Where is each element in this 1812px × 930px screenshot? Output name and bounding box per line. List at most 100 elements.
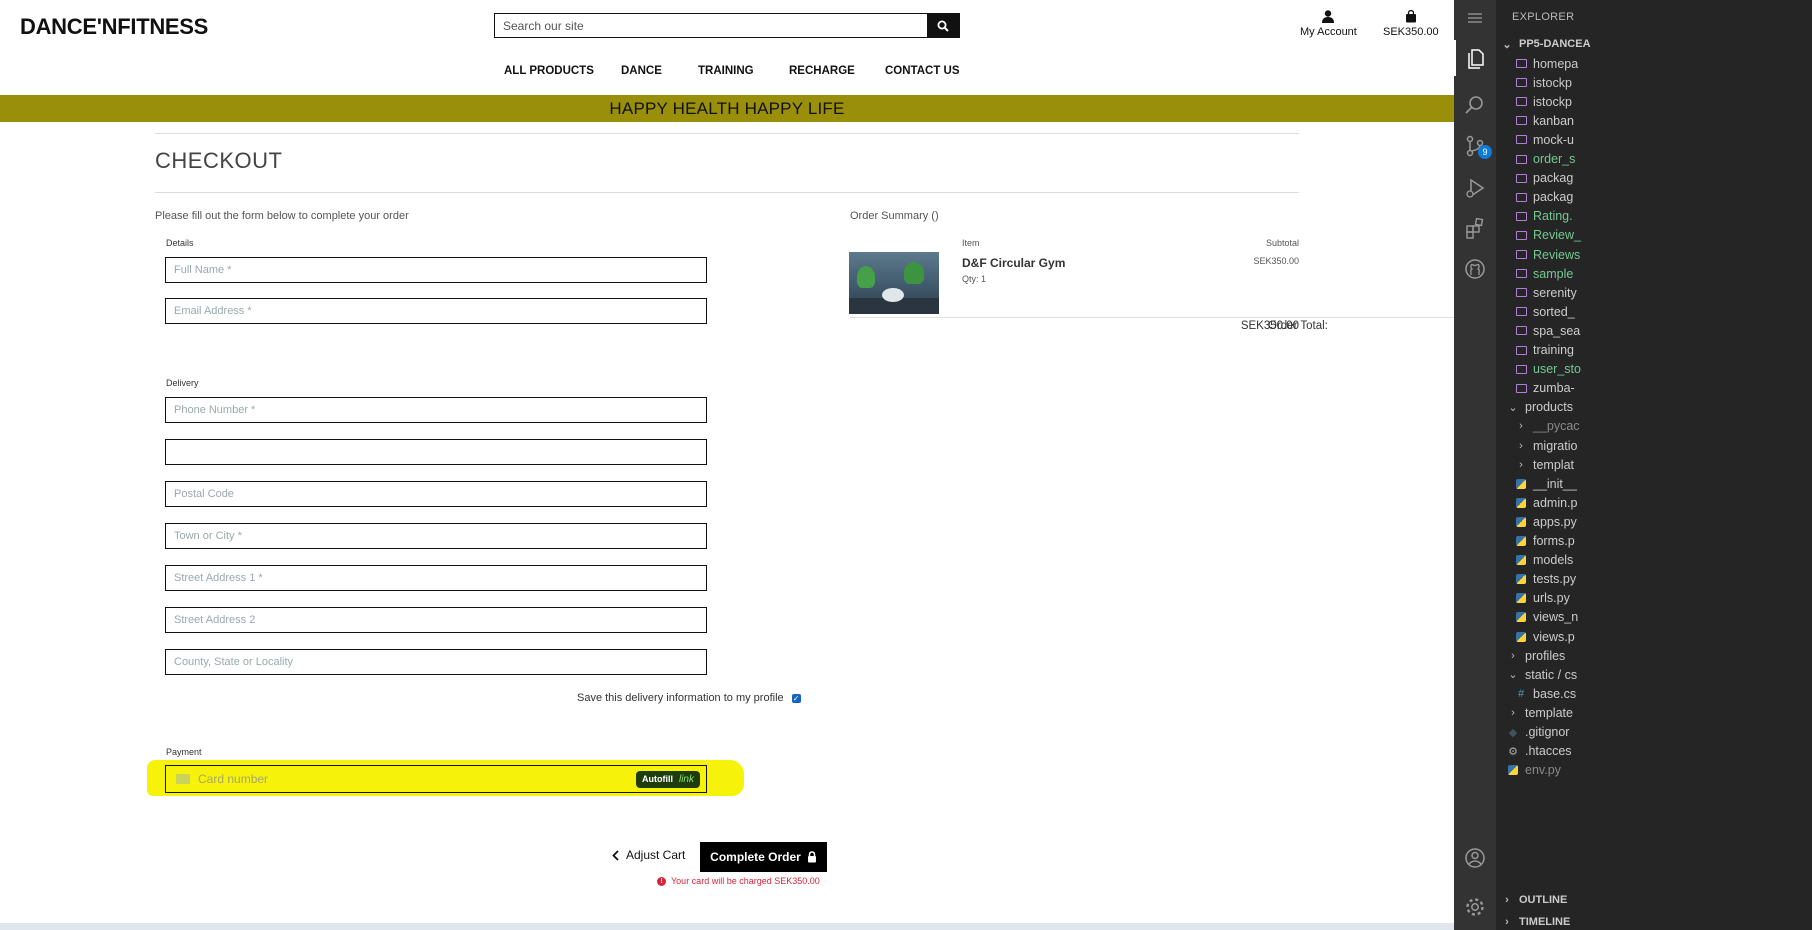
search-input[interactable]	[495, 14, 927, 37]
save-info-checkbox[interactable]: ✓	[791, 693, 801, 703]
explorer-file-label: .gitignor	[1525, 725, 1570, 739]
files-icon	[1468, 49, 1484, 69]
search-button[interactable]	[927, 14, 959, 37]
explorer-file-label: mock-u	[1533, 132, 1574, 147]
phone-input[interactable]	[166, 398, 706, 422]
menu-icon	[1468, 13, 1482, 23]
save-info-label: Save this delivery information to my pro…	[577, 692, 784, 704]
explorer-file-row[interactable]: training	[1496, 341, 1812, 360]
python-file-icon	[1514, 631, 1528, 642]
explorer-file-row[interactable]: # base.cs	[1496, 684, 1812, 703]
postal-code-input[interactable]	[166, 482, 706, 506]
nav-recharge[interactable]: RECHARGE	[789, 65, 855, 77]
nav-training[interactable]: TRAINING	[698, 65, 754, 77]
nav-contact-us[interactable]: CONTACT US	[885, 65, 960, 77]
explorer-file-row[interactable]: mock-u	[1496, 130, 1812, 149]
explorer-file-row[interactable]: kanban	[1496, 111, 1812, 130]
explorer-file-row[interactable]: views.p	[1496, 627, 1812, 646]
explorer-file-row[interactable]: ⚙ .htacces	[1496, 742, 1812, 761]
timeline-section[interactable]: › TIMELINE	[1496, 911, 1812, 930]
timeline-label: TIMELINE	[1519, 916, 1571, 928]
image-file-icon	[1514, 78, 1528, 88]
card-icon	[176, 774, 190, 784]
card-number-input[interactable]: Card number	[198, 772, 636, 786]
project-root-header[interactable]: ⌄ PP5-DANCEA	[1496, 33, 1812, 55]
cart-link[interactable]: SEK350.00	[1383, 10, 1439, 38]
python-file-icon	[1514, 536, 1528, 546]
explorer-file-row[interactable]: homepa	[1496, 54, 1812, 73]
outline-label: OUTLINE	[1519, 894, 1568, 906]
form-intro: Please fill out the form below to comple…	[155, 210, 409, 222]
manage-button[interactable]	[1454, 889, 1496, 925]
nav-all-products[interactable]: ALL PRODUCTS	[504, 65, 594, 77]
run-debug-button[interactable]	[1454, 170, 1496, 206]
explorer-file-row[interactable]: packag	[1496, 188, 1812, 207]
site-logo[interactable]: DANCE'NFITNESS	[20, 14, 208, 40]
explorer-file-row[interactable]: views_n	[1496, 608, 1812, 627]
accounts-button[interactable]	[1454, 840, 1496, 876]
explorer-file-row[interactable]: ◆ .gitignor	[1496, 723, 1812, 742]
extensions-button[interactable]	[1454, 210, 1496, 246]
image-file-icon	[1514, 269, 1528, 279]
outline-section[interactable]: › OUTLINE	[1496, 889, 1812, 911]
charge-notice-text: Your card will be charged	[671, 876, 775, 886]
save-info-row: Save this delivery information to my pro…	[577, 692, 801, 704]
country-select[interactable]	[166, 440, 706, 464]
nav-dance[interactable]: DANCE	[621, 65, 662, 77]
street-address-1-input[interactable]	[166, 566, 706, 590]
explorer-file-row[interactable]: ⌄ static / cs	[1496, 665, 1812, 684]
explorer-file-label: user_sto	[1533, 362, 1581, 377]
explorer-file-row[interactable]: › migratio	[1496, 436, 1812, 455]
menu-button[interactable]	[1454, 0, 1496, 36]
explorer-file-label: .htacces	[1525, 744, 1572, 759]
explorer-file-row[interactable]: apps.py	[1496, 512, 1812, 531]
explorer-file-row[interactable]: serenity	[1496, 283, 1812, 302]
explorer-file-row[interactable]: forms.p	[1496, 532, 1812, 551]
explorer-file-row[interactable]: spa_sea	[1496, 321, 1812, 340]
explorer-button[interactable]	[1454, 40, 1496, 76]
explorer-file-row[interactable]: Rating.	[1496, 207, 1812, 226]
explorer-file-row[interactable]: sample	[1496, 264, 1812, 283]
order-summary-title: Order Summary ()	[850, 210, 939, 222]
image-file-icon	[1514, 288, 1528, 298]
full-name-input[interactable]	[166, 258, 706, 282]
explorer-file-row[interactable]: admin.p	[1496, 493, 1812, 512]
county-input[interactable]	[166, 650, 706, 674]
my-account-link[interactable]: My Account	[1300, 10, 1357, 38]
subtotal-header: Subtotal	[1265, 238, 1299, 248]
street-address-1-field	[165, 565, 707, 591]
street-address-2-input[interactable]	[166, 608, 706, 632]
extensions-icon	[1466, 217, 1484, 239]
explorer-file-row[interactable]: order_s	[1496, 150, 1812, 169]
explorer-file-row[interactable]: packag	[1496, 169, 1812, 188]
explorer-file-row[interactable]: tests.py	[1496, 570, 1812, 589]
explorer-file-row[interactable]: › templat	[1496, 455, 1812, 474]
explorer-file-row[interactable]: __init__	[1496, 474, 1812, 493]
explorer-file-row[interactable]: urls.py	[1496, 589, 1812, 608]
explorer-file-row[interactable]: istockp	[1496, 92, 1812, 111]
autofill-link-button[interactable]: Autofill link	[635, 770, 700, 788]
github-button[interactable]	[1454, 251, 1496, 287]
explorer-file-row[interactable]: istockp	[1496, 73, 1812, 92]
python-file-icon	[1514, 612, 1528, 623]
explorer-file-row[interactable]: › __pycac	[1496, 417, 1812, 436]
card-element: Card number Autofill link	[165, 765, 707, 793]
adjust-cart-link[interactable]: Adjust Cart	[612, 848, 685, 862]
explorer-file-row[interactable]: › profiles	[1496, 646, 1812, 665]
email-input[interactable]	[166, 299, 706, 323]
explorer-file-row[interactable]: models	[1496, 551, 1812, 570]
explorer-file-row[interactable]: user_sto	[1496, 360, 1812, 379]
run-debug-icon	[1466, 178, 1485, 198]
source-control-button[interactable]: 9	[1454, 128, 1496, 164]
explorer-file-row[interactable]: zumba-	[1496, 379, 1812, 398]
page-bottom-edge	[0, 923, 1454, 930]
explorer-file-row[interactable]: sorted_	[1496, 302, 1812, 321]
explorer-file-row[interactable]: env.py	[1496, 761, 1812, 780]
town-city-input[interactable]	[166, 524, 706, 548]
explorer-file-row[interactable]: ⌄ products	[1496, 398, 1812, 417]
explorer-file-row[interactable]: › template	[1496, 703, 1812, 722]
explorer-file-row[interactable]: Reviews	[1496, 245, 1812, 264]
explorer-file-row[interactable]: Review_	[1496, 226, 1812, 245]
complete-order-button[interactable]: Complete Order	[700, 842, 827, 872]
search-activity-button[interactable]	[1454, 87, 1496, 123]
